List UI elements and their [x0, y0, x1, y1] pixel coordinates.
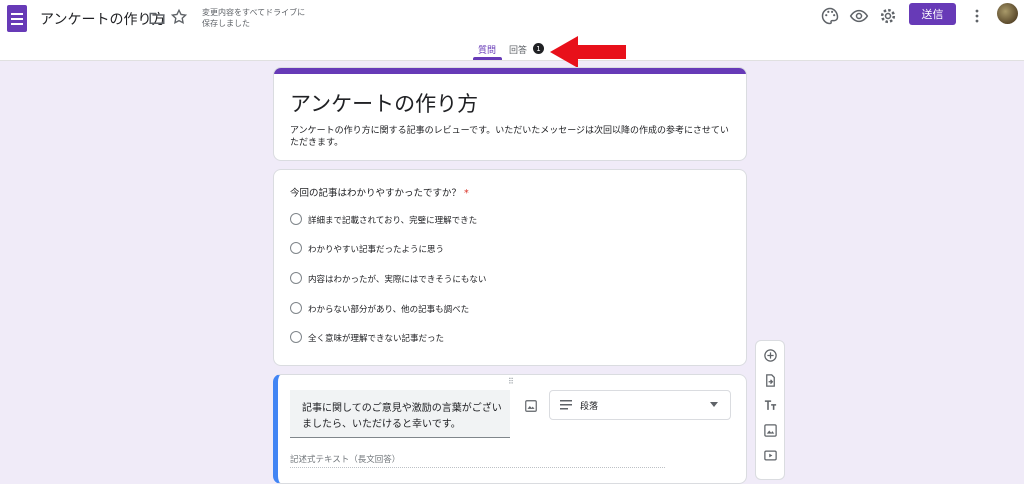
floating-toolbar [755, 340, 785, 480]
palette-icon[interactable] [820, 6, 840, 26]
question-card[interactable]: 今回の記事はわかりやすかったですか？ * 詳細まで記載されており、完璧に理解できた… [273, 169, 747, 366]
question-title-input[interactable]: 記事に関してのご意見や激励の言葉がございましたら、いただけると幸いです。 [290, 390, 510, 438]
save-status: 変更内容をすべてドライブに 保存しました [202, 7, 312, 29]
radio-option-label: 内容はわかったが、実際にはできそうにもない [308, 275, 487, 285]
import-questions-icon[interactable] [763, 373, 778, 388]
question-type-label: 段落 [580, 402, 599, 412]
preview-eye-icon[interactable] [849, 6, 869, 26]
active-question-card[interactable]: ⠿ 記事に関してのご意見や激励の言葉がございましたら、いただけると幸いです。 段… [273, 374, 747, 484]
add-image-icon[interactable] [524, 399, 538, 413]
document-title[interactable]: アンケートの作り方 [40, 9, 165, 29]
settings-gear-icon[interactable] [878, 6, 898, 26]
form-title[interactable]: アンケートの作り方 [290, 88, 478, 118]
radio-option-label: 詳細まで記載されており、完璧に理解できた [308, 216, 478, 226]
send-button[interactable]: 送信 [909, 3, 956, 25]
add-video-icon[interactable] [763, 448, 778, 463]
radio-option-label: わかりやすい記事だったように思う [308, 245, 445, 255]
tab-responses[interactable]: 回答 [509, 43, 527, 56]
required-mark: * [464, 188, 469, 199]
radio-option-label: 全く意味が理解できない記事だった [308, 334, 445, 344]
responses-count-badge: 1 [533, 43, 544, 54]
forms-app-icon[interactable] [7, 5, 27, 32]
question-title: 今回の記事はわかりやすかったですか？ * [290, 185, 469, 199]
form-description[interactable]: アンケートの作り方に関する記事のレビューです。いただいたメッセージは次回以降の作… [290, 125, 730, 149]
radio-circle[interactable] [290, 302, 302, 314]
save-status-line2: 保存しました [202, 19, 250, 28]
question-type-select[interactable]: 段落 [549, 390, 731, 420]
long-answer-line [290, 467, 665, 468]
add-question-icon[interactable] [763, 348, 778, 363]
tab-questions[interactable]: 質問 [478, 43, 496, 56]
radio-circle[interactable] [290, 272, 302, 284]
question-title-text: 今回の記事はわかりやすかったですか？ [290, 188, 462, 199]
radio-circle[interactable] [290, 213, 302, 225]
top-bar: アンケートの作り方 変更内容をすべてドライブに 保存しました 送信 質問 回答 … [0, 0, 1024, 61]
annotation-arrow [550, 36, 626, 68]
radio-circle[interactable] [290, 331, 302, 343]
more-vert-icon[interactable] [967, 6, 987, 26]
question-title-input-text: 記事に関してのご意見や激励の言葉がございましたら、いただけると幸いです。 [302, 403, 502, 430]
long-answer-placeholder: 記述式テキスト（長文回答） [290, 455, 401, 465]
chevron-down-icon [710, 402, 718, 407]
paragraph-icon [560, 400, 572, 410]
radio-option-label: わからない部分があり、他の記事も調べた [308, 305, 470, 315]
star-icon[interactable] [170, 8, 188, 26]
title-card-accent-band [274, 68, 746, 74]
add-title-icon[interactable] [763, 398, 778, 413]
avatar[interactable] [997, 3, 1018, 24]
add-image-icon[interactable] [763, 423, 778, 438]
active-tab-indicator [473, 57, 502, 60]
form-title-card: アンケートの作り方 アンケートの作り方に関する記事のレビューです。いただいたメッ… [273, 67, 747, 161]
drag-handle-icon[interactable]: ⠿ [508, 377, 515, 386]
radio-circle[interactable] [290, 242, 302, 254]
folder-icon[interactable] [148, 9, 166, 27]
save-status-line1: 変更内容をすべてドライブに [202, 8, 306, 17]
